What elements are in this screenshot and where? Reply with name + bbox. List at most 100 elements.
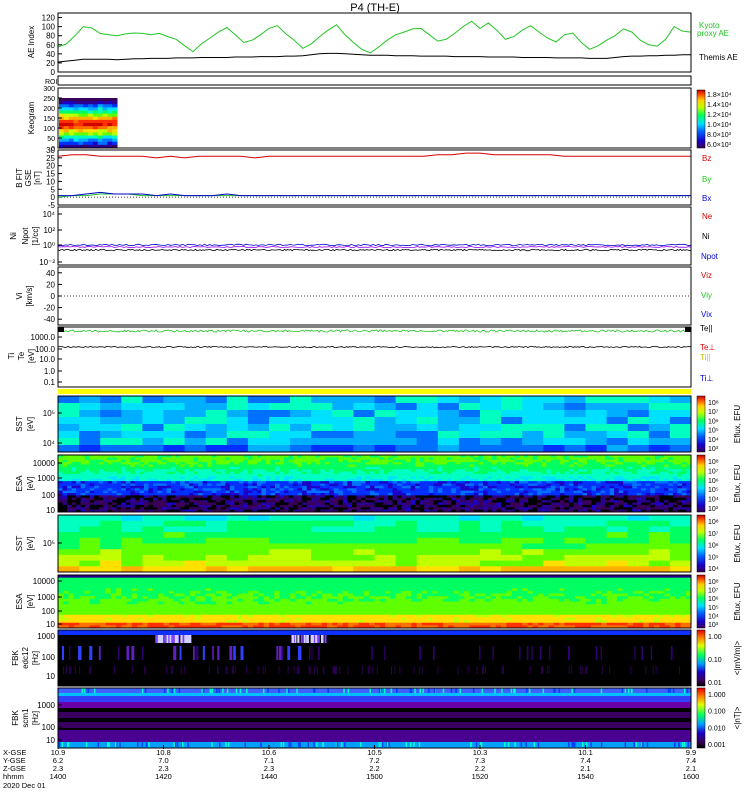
sst-i-cell xyxy=(100,543,122,550)
sst-i-cell xyxy=(543,515,565,522)
temperature-tick-label-1: 100.0 xyxy=(35,345,56,354)
sst-e-cell xyxy=(79,396,101,404)
sst-i-cell xyxy=(142,526,164,533)
keogram-cell xyxy=(97,126,103,130)
sst-e-cell xyxy=(58,403,80,411)
keogram-cell xyxy=(59,119,65,124)
sst-e-cell xyxy=(480,417,502,425)
sst-e-cell xyxy=(627,403,650,411)
sst-i-cell xyxy=(416,520,439,527)
sst-i-cell xyxy=(79,554,101,562)
sst-i-cell xyxy=(395,554,418,562)
sst-i-cell xyxy=(353,520,375,527)
sst-e-cell xyxy=(480,424,502,432)
keogram-cell xyxy=(78,98,84,102)
sst-e-cell xyxy=(458,431,481,439)
sst-e-cell xyxy=(458,396,481,404)
sst-i-cell xyxy=(163,532,186,539)
keogram-cell xyxy=(59,113,65,118)
spec-esa_e-cbar-tick-1: 10⁷ xyxy=(708,468,719,475)
sst-i-cell xyxy=(100,560,122,567)
keogram-cell xyxy=(63,113,70,118)
keogram-cell xyxy=(63,104,70,108)
density-ylabel3: [1/cc] xyxy=(31,226,40,245)
spec-sst_e-cbar-tick-0: 10⁸ xyxy=(708,400,719,407)
sst-e-cell xyxy=(585,431,608,439)
sst-i-cell xyxy=(353,532,375,539)
sst-i-cell xyxy=(606,543,629,550)
sst-e-cell xyxy=(311,403,333,411)
sst-e-cell xyxy=(564,410,586,418)
sst-i-cell xyxy=(247,526,270,533)
keogram-cell xyxy=(59,104,65,108)
keogram-cell xyxy=(97,129,103,133)
sst-e-cell xyxy=(458,438,481,446)
sst-i-cell xyxy=(205,526,228,533)
sst-i-cell xyxy=(458,554,481,562)
ae-tick-label-6: 0 xyxy=(51,68,56,77)
sst-i-cell xyxy=(374,543,397,550)
keogram-cell xyxy=(88,119,94,124)
sst-i-cell xyxy=(226,543,249,550)
sst-i-cell xyxy=(374,560,397,567)
sst-i-cell xyxy=(564,549,586,556)
sst-i-cell xyxy=(669,515,692,522)
sst-e-cell xyxy=(226,445,249,453)
temperature-panel: 1000.0100.010.01.00.1Ti Te [eV] xyxy=(7,326,692,388)
sst-e-cell xyxy=(100,403,122,411)
sst-i-cell xyxy=(142,520,164,527)
sst-i-cell xyxy=(163,554,186,562)
keogram-cell xyxy=(97,119,103,124)
sst-i-cell xyxy=(58,554,80,562)
spec-esa_e-cbar-tick-0: 10⁸ xyxy=(708,459,719,466)
temperature-tick-label-2: 10.0 xyxy=(39,355,55,364)
keogram-cell xyxy=(73,129,79,133)
sst-i-cell xyxy=(416,543,439,550)
sst-i-cell xyxy=(458,560,481,567)
keogram-cell xyxy=(73,132,79,136)
roi-label: ROI xyxy=(45,79,58,86)
sst-i-cell xyxy=(226,560,249,567)
sst-e-cell xyxy=(627,396,650,404)
sst-e-cell xyxy=(501,403,523,411)
sst-i-cell xyxy=(437,515,460,522)
keogram-cell xyxy=(63,135,70,140)
sst-e-cell xyxy=(353,410,375,418)
sst-i-cell xyxy=(648,515,671,522)
spec-sst_e-cbar-tick-1: 10⁷ xyxy=(708,409,719,416)
sst-i-cell xyxy=(437,526,460,533)
sst-i-cell xyxy=(79,520,101,527)
spec-sst_e-cbar-tick-4: 10⁴ xyxy=(708,437,719,444)
keogram-cell xyxy=(73,126,79,130)
keogram-cell xyxy=(112,116,118,121)
keogram-cell xyxy=(63,101,70,105)
sst-i-cell xyxy=(501,554,523,562)
sst-i-cell xyxy=(606,537,629,544)
sst-e-cell xyxy=(269,438,291,446)
sst-e-cell xyxy=(79,417,101,425)
sst-i-cell xyxy=(311,560,333,567)
keogram-cell xyxy=(112,138,118,143)
keogram-cell xyxy=(97,116,103,121)
keogram-cell xyxy=(107,104,113,108)
spec-sst_e-cbar-tick-5: 10³ xyxy=(708,446,719,453)
sst-e-cell xyxy=(184,396,207,404)
sst-i-cell xyxy=(501,526,523,533)
sst-i-cell xyxy=(311,520,333,527)
keogram-cell xyxy=(59,138,65,143)
keogram-cell xyxy=(78,113,84,118)
sst-e-cell xyxy=(311,410,333,418)
sst-i-cell xyxy=(100,520,122,527)
ae-tick-label-0: 120 xyxy=(42,14,56,23)
keogram-cell xyxy=(97,113,103,118)
sst-e-cell xyxy=(269,403,291,411)
keogram-cell xyxy=(107,119,113,124)
sst-i-cell xyxy=(374,554,397,562)
sst-i-cell xyxy=(142,560,164,567)
sst-i-cell xyxy=(543,549,565,556)
keogram-cell xyxy=(92,104,99,108)
keogram-cell xyxy=(68,116,74,121)
keogram-cell xyxy=(83,138,89,143)
sst-i-cell xyxy=(458,532,481,539)
sst-e-cell xyxy=(100,424,122,432)
